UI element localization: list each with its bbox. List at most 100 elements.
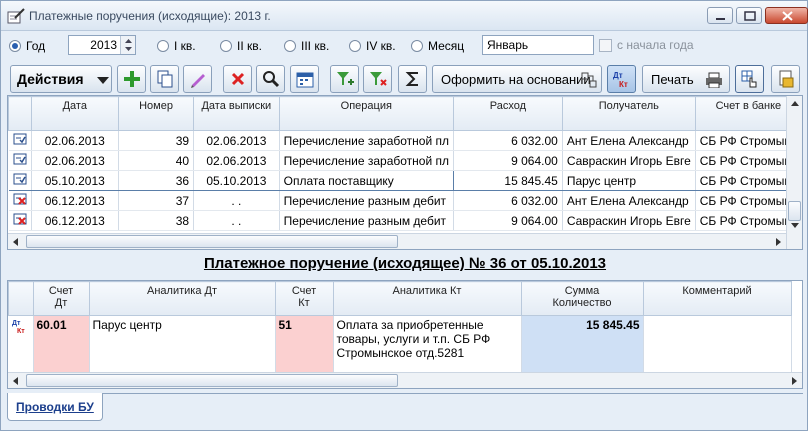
since-start-checkbox[interactable] (599, 39, 612, 52)
search-button[interactable] (256, 65, 285, 93)
delete-icon (231, 72, 244, 86)
unposted-doc-icon (8, 190, 32, 211)
cell-comment (643, 315, 792, 372)
cell-recipient: Парус центр (562, 170, 696, 191)
cell-operation: Перечисление разным дебит (279, 190, 455, 211)
title-bar: Платежные поручения (исходящие): 2013 г. (1, 1, 808, 31)
table-row[interactable]: 02.06.2013 40 02.06.2013 Перечисление за… (8, 150, 802, 171)
cell-operation-active[interactable]: Оплата поставщику (278, 170, 455, 191)
tab-label: Проводки БУ (16, 400, 94, 414)
column-header-amount[interactable]: Расход (453, 96, 563, 131)
document-title: Платежное поручение (исходящее) № 36 от … (203, 255, 607, 272)
grid-horizontal-scrollbar[interactable] (8, 233, 786, 249)
month-field[interactable]: Январь (482, 35, 594, 55)
edit-grid-icon (741, 70, 756, 88)
radio-dot (220, 40, 232, 52)
cell-number: 40 (118, 150, 195, 171)
entries-horizontal-scrollbar[interactable] (8, 372, 802, 388)
cell-recipient: Ант Елена Александр (562, 190, 696, 211)
cell-date: 06.12.2013 (31, 190, 120, 211)
grid-vertical-scrollbar[interactable] (786, 96, 802, 249)
filter-remove-button[interactable] (363, 65, 392, 93)
column-header-debit-analytics[interactable]: Аналитика Дт (88, 281, 276, 316)
copy-icon (157, 70, 172, 88)
svg-text:Кт: Кт (619, 80, 628, 89)
period-bar: Год 2013 I кв. II кв. III кв. IV кв. Мес… (7, 33, 803, 59)
add-button[interactable] (117, 65, 146, 93)
scroll-up-icon[interactable] (787, 96, 803, 112)
posted-doc-icon (8, 150, 32, 171)
payments-table: Дата Номер Дата выписки Операция Расход … (8, 96, 802, 231)
scroll-down-icon[interactable] (787, 217, 803, 233)
svg-text:Дт: Дт (12, 320, 21, 327)
add-icon (123, 71, 140, 87)
spin-arrows-icon[interactable] (120, 36, 135, 54)
entry-row[interactable]: Дт Кт 60.01 Парус центр 51 Оплата за прио… (8, 315, 792, 372)
table-row[interactable]: 02.06.2013 39 02.06.2013 Перечисление за… (8, 130, 802, 151)
sum-button[interactable] (398, 65, 427, 93)
column-header-status[interactable] (8, 96, 32, 131)
create-basis-icon (581, 72, 597, 88)
tab-postings-bu[interactable]: Проводки БУ (7, 393, 103, 421)
column-header-credit-analytics[interactable]: Аналитика Кт (332, 281, 522, 316)
create-basis-label: Оформить на основании (441, 72, 591, 87)
cell-date: 02.06.2013 (31, 150, 120, 171)
close-button[interactable] (765, 7, 808, 24)
radio-q4-label: IV кв. (366, 39, 396, 53)
minimize-button[interactable] (707, 7, 733, 24)
edit-button[interactable] (183, 65, 212, 93)
table-row[interactable]: 06.12.2013 38 . . Перечисление разным де… (8, 210, 802, 231)
chevron-down-icon (97, 77, 109, 84)
scroll-right-icon[interactable] (770, 234, 786, 250)
export-button[interactable] (771, 65, 800, 93)
column-header-issue-date[interactable]: Дата выписки (193, 96, 280, 131)
create-basis-button[interactable]: Оформить на основании (432, 65, 602, 93)
entries-hscroll-thumb[interactable] (26, 374, 398, 387)
delete-button[interactable] (223, 65, 252, 93)
cell-credit-account: 51 (275, 315, 334, 372)
svg-text:Кт: Кт (17, 328, 25, 335)
column-header-comment[interactable]: Комментарий (642, 281, 792, 316)
window-title: Платежные поручения (исходящие): 2013 г. (29, 9, 271, 23)
column-header-date[interactable]: Дата (30, 96, 120, 131)
radio-dot (157, 40, 169, 52)
scroll-left-icon[interactable] (8, 373, 24, 389)
cell-issue-date: 02.06.2013 (193, 130, 280, 151)
column-header-credit-account[interactable]: Счет Кт (274, 281, 334, 316)
maximize-button[interactable] (736, 7, 762, 24)
column-header-sum[interactable]: Сумма Количество (520, 281, 644, 316)
filter-add-button[interactable] (330, 65, 359, 93)
toolbar: Действия Оформить на основании Дт Кт Печ… (7, 63, 803, 95)
filter-add-icon (336, 72, 354, 85)
entries-grid[interactable]: Счет Дт Аналитика Дт Счет Кт Аналитика К… (7, 280, 803, 389)
entries-table: Счет Дт Аналитика Дт Счет Кт Аналитика К… (8, 281, 792, 372)
column-header-number[interactable]: Номер (118, 96, 195, 131)
cell-issue-date: . . (193, 190, 280, 211)
radio-dot (349, 40, 361, 52)
calendar-button[interactable] (290, 65, 319, 93)
entries-header-row: Счет Дт Аналитика Дт Счет Кт Аналитика К… (8, 281, 792, 316)
svg-text:Дт: Дт (613, 71, 623, 80)
column-header-operation[interactable]: Операция (278, 96, 455, 131)
print-button[interactable]: Печать (642, 65, 730, 93)
cell-issue-date: . . (193, 210, 280, 231)
copy-button[interactable] (150, 65, 179, 93)
year-stepper[interactable]: 2013 (68, 35, 136, 55)
cell-issue-date: 02.06.2013 (193, 150, 280, 171)
scroll-right-icon[interactable] (786, 373, 802, 389)
table-row[interactable]: 06.12.2013 37 . . Перечисление разным де… (8, 190, 802, 211)
table-row-selected[interactable]: 05.10.2013 36 05.10.2013 Оплата поставщи… (8, 170, 802, 191)
pen-document-icon (7, 8, 25, 24)
grid-header-row: Дата Номер Дата выписки Операция Расход … (8, 96, 802, 131)
grid-hscroll-thumb[interactable] (26, 235, 398, 248)
actions-button[interactable]: Действия (10, 65, 112, 93)
cell-amount: 6 032.00 (453, 190, 563, 211)
column-header-recipient[interactable]: Получатель (561, 96, 696, 131)
edit-grid-button[interactable] (735, 65, 764, 93)
column-header-debit-account[interactable]: Счет Дт (32, 281, 90, 316)
payments-grid[interactable]: Дата Номер Дата выписки Операция Расход … (7, 95, 803, 250)
cell-date: 02.06.2013 (31, 130, 120, 151)
scroll-left-icon[interactable] (8, 234, 24, 250)
debit-credit-button[interactable]: Дт Кт (607, 65, 636, 93)
column-header-icon[interactable] (8, 281, 34, 316)
